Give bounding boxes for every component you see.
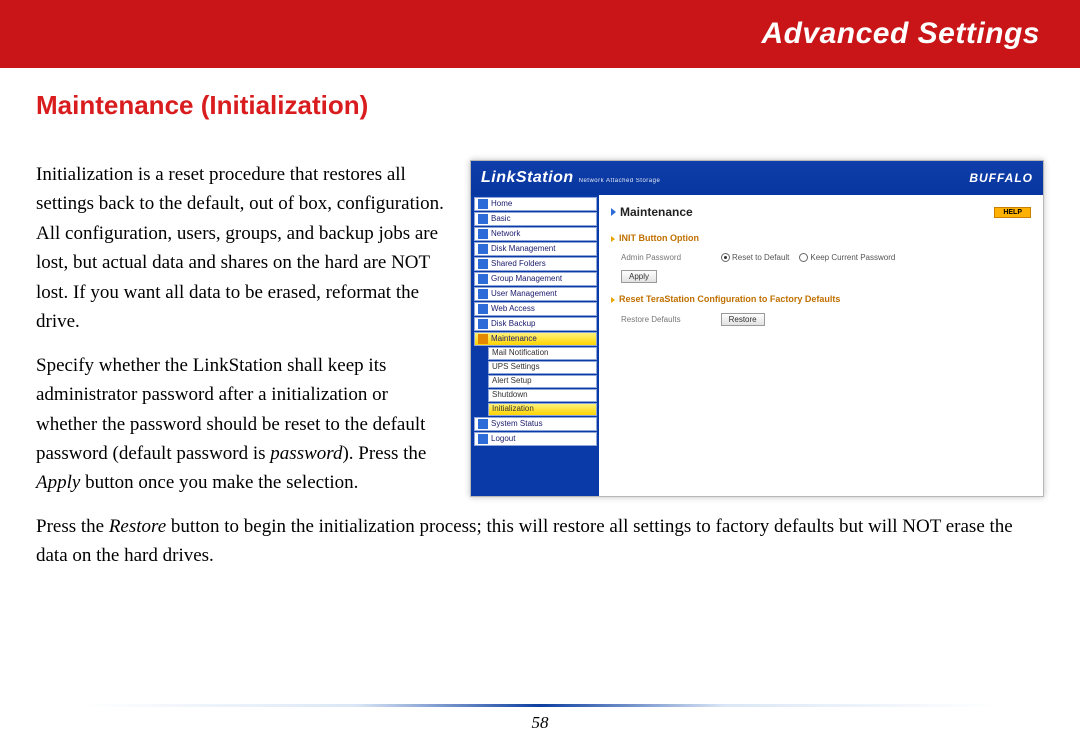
- sidebar-item-disk[interactable]: Disk Management: [474, 242, 597, 256]
- brand-text: LinkStation: [481, 166, 574, 191]
- radio-label: Keep Current Password: [810, 253, 895, 262]
- page-title: Maintenance: [611, 203, 693, 222]
- text-run: Press the: [36, 516, 109, 537]
- emphasis-restore: Restore: [109, 516, 166, 537]
- maintenance-icon: [478, 334, 488, 344]
- sidebar-item-label: Alert Setup: [492, 375, 532, 387]
- status-icon: [478, 419, 488, 429]
- vendor-logo: BUFFALO: [969, 169, 1033, 188]
- basic-icon: [478, 214, 488, 224]
- text-run: button once you make the selection.: [80, 472, 358, 493]
- sidebar-item-label: Initialization: [492, 403, 534, 415]
- sidebar-item-status[interactable]: System Status: [474, 417, 597, 431]
- footer-rule: [80, 704, 1000, 707]
- radio-icon: [799, 253, 808, 262]
- sidebar-item-user[interactable]: User Management: [474, 287, 597, 301]
- sidebar-item-maintenance[interactable]: Maintenance: [474, 332, 597, 346]
- sidebar-subitem-initialization[interactable]: Initialization: [488, 403, 597, 416]
- apply-button[interactable]: Apply: [621, 270, 657, 283]
- restore-button[interactable]: Restore: [721, 313, 765, 326]
- disk-icon: [478, 244, 488, 254]
- banner-title: Advanced Settings: [761, 17, 1040, 51]
- group-title: Reset TeraStation Configuration to Facto…: [611, 293, 1031, 307]
- radio-keep-current-password[interactable]: Keep Current Password: [799, 252, 895, 264]
- app-brand: LinkStation Network Attached Storage: [481, 166, 660, 191]
- sidebar-item-home[interactable]: Home: [474, 197, 597, 211]
- sidebar-item-label: Mail Notification: [492, 347, 548, 359]
- sidebar-item-label: System Status: [491, 418, 543, 430]
- sidebar-item-label: UPS Settings: [492, 361, 540, 373]
- field-label: Admin Password: [621, 252, 681, 264]
- radio-reset-to-default[interactable]: Reset to Default: [721, 252, 789, 264]
- sidebar-subitem-mail[interactable]: Mail Notification: [488, 347, 597, 360]
- sidebar: Home Basic Network Disk Management Share…: [471, 195, 599, 496]
- page-banner: Advanced Settings: [0, 0, 1080, 68]
- text-run: ). Press the: [342, 443, 426, 464]
- sidebar-item-label: Shared Folders: [491, 258, 546, 270]
- radio-label: Reset to Default: [732, 253, 789, 262]
- network-icon: [478, 229, 488, 239]
- help-button[interactable]: HELP: [994, 207, 1031, 218]
- emphasis-password: password: [270, 443, 342, 464]
- user-icon: [478, 289, 488, 299]
- sidebar-item-logout[interactable]: Logout: [474, 432, 597, 446]
- sidebar-item-label: Disk Backup: [491, 318, 535, 330]
- backup-icon: [478, 319, 488, 329]
- radio-icon: [721, 253, 730, 262]
- app-header: LinkStation Network Attached Storage BUF…: [471, 161, 1043, 195]
- home-icon: [478, 199, 488, 209]
- brand-subtext: Network Attached Storage: [579, 177, 661, 186]
- sidebar-item-label: Maintenance: [491, 333, 537, 345]
- sidebar-item-label: Home: [491, 198, 512, 210]
- sidebar-item-label: Shutdown: [492, 389, 528, 401]
- section-heading: Maintenance (Initialization): [36, 90, 1080, 121]
- main-pane: Maintenance HELP INIT Button Option Admi…: [599, 195, 1043, 496]
- paragraph-3: Press the Restore button to begin the in…: [36, 512, 1044, 571]
- sidebar-item-label: Logout: [491, 433, 515, 445]
- embedded-screenshot: LinkStation Network Attached Storage BUF…: [470, 160, 1044, 497]
- sidebar-item-network[interactable]: Network: [474, 227, 597, 241]
- sidebar-subitem-shutdown[interactable]: Shutdown: [488, 389, 597, 402]
- sidebar-item-label: Network: [491, 228, 520, 240]
- sidebar-item-web[interactable]: Web Access: [474, 302, 597, 316]
- page-title-text: Maintenance: [620, 203, 693, 222]
- sidebar-item-label: Web Access: [491, 303, 535, 315]
- emphasis-apply: Apply: [36, 472, 80, 493]
- sidebar-item-label: User Management: [491, 288, 557, 300]
- sidebar-item-backup[interactable]: Disk Backup: [474, 317, 597, 331]
- sidebar-item-label: Basic: [491, 213, 511, 225]
- group-icon: [478, 274, 488, 284]
- logout-icon: [478, 434, 488, 444]
- sidebar-item-label: Group Management: [491, 273, 562, 285]
- body-text-column: LinkStation Network Attached Storage BUF…: [36, 160, 1044, 585]
- page-number: 58: [0, 713, 1080, 733]
- sidebar-item-shared[interactable]: Shared Folders: [474, 257, 597, 271]
- reset-config-group: Reset TeraStation Configuration to Facto…: [611, 293, 1031, 326]
- web-icon: [478, 304, 488, 314]
- sidebar-item-basic[interactable]: Basic: [474, 212, 597, 226]
- folder-icon: [478, 259, 488, 269]
- field-label: Restore Defaults: [621, 314, 681, 326]
- sidebar-item-group[interactable]: Group Management: [474, 272, 597, 286]
- sidebar-item-label: Disk Management: [491, 243, 555, 255]
- sidebar-subitem-ups[interactable]: UPS Settings: [488, 361, 597, 374]
- init-button-option-group: INIT Button Option Admin Password Reset …: [611, 232, 1031, 284]
- sidebar-subitem-alert[interactable]: Alert Setup: [488, 375, 597, 388]
- text-run: button to begin the initialization proce…: [36, 516, 1013, 566]
- group-title: INIT Button Option: [611, 232, 1031, 246]
